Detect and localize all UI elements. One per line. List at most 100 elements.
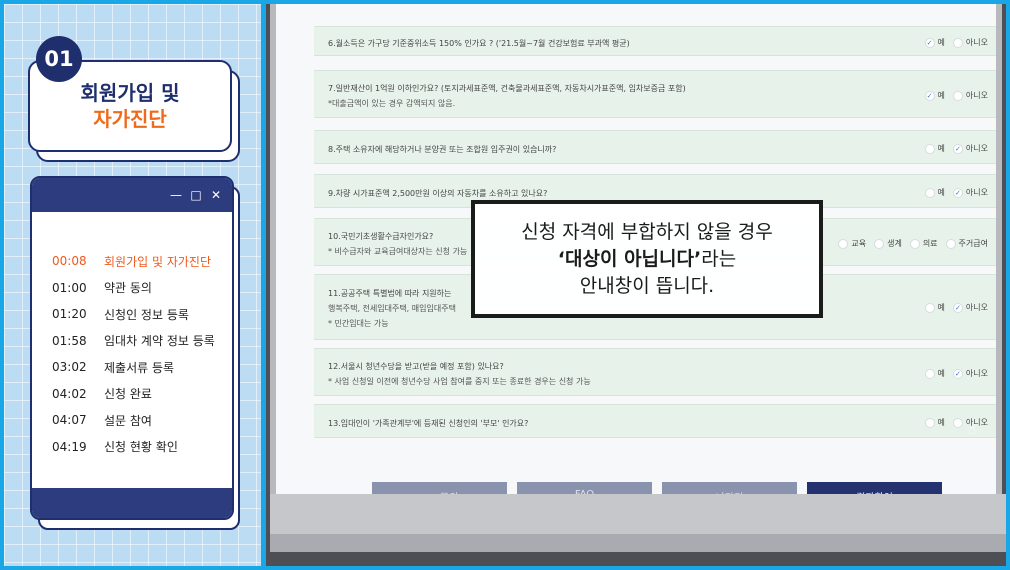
- chapter-label: 설문 참여: [104, 413, 152, 428]
- chapter-time: 01:58: [52, 333, 87, 348]
- radio-icon[interactable]: [952, 90, 963, 101]
- radio-icon[interactable]: [924, 417, 935, 428]
- chapter-time: 01:20: [52, 307, 87, 322]
- faq-button[interactable]: FAQ: [517, 482, 652, 494]
- checked-radio-icon[interactable]: ✓: [952, 368, 963, 379]
- question-row: 13.임대인이 '가족관계부'에 등재된 신청인의 '부모' 인가요? 예 아니…: [314, 404, 996, 438]
- radio-icon[interactable]: [838, 238, 849, 249]
- question-text: 13.임대인이 '가족관계부'에 등재된 신청인의 '부모' 인가요?: [328, 419, 529, 428]
- question-options: 예 ✓ 아니오: [924, 302, 988, 313]
- minimize-icon[interactable]: —: [170, 188, 182, 202]
- exit-button[interactable]: 나가기: [662, 482, 797, 494]
- option-yes[interactable]: 예: [924, 417, 945, 428]
- caption-emphasis: ‘대상이 아닙니다’: [557, 247, 702, 270]
- checked-radio-icon[interactable]: ✓: [952, 187, 963, 198]
- option-housing[interactable]: 주거급여: [945, 238, 988, 249]
- radio-icon[interactable]: [924, 368, 935, 379]
- option-label: 예: [937, 369, 945, 378]
- chapter-item[interactable]: 00:08 회원가입 및 자가진단: [52, 248, 232, 275]
- option-label: 예: [937, 38, 945, 47]
- title-line2: 자가진단: [93, 107, 167, 131]
- chapter-item[interactable]: 03:02 제출서류 등록: [52, 354, 232, 381]
- chapter-time: 00:08: [52, 254, 87, 269]
- option-no[interactable]: ✓ 아니오: [952, 143, 988, 154]
- option-label: 아니오: [965, 144, 988, 153]
- radio-icon[interactable]: [924, 187, 935, 198]
- checked-radio-icon[interactable]: ✓: [924, 90, 935, 101]
- question-note: * 비수급자와 교육급여대상자는 신청 가능: [328, 247, 468, 256]
- caption-line3: 안내창이 뜹니다.: [579, 274, 715, 297]
- chapter-label: 임대차 계약 정보 등록: [104, 334, 215, 349]
- option-no[interactable]: 아니오: [952, 37, 988, 48]
- chapter-item[interactable]: 01:20 신청인 정보 등록: [52, 301, 232, 328]
- option-no[interactable]: 아니오: [952, 90, 988, 101]
- option-no[interactable]: ✓ 아니오: [952, 368, 988, 379]
- option-label: 의료: [922, 239, 938, 248]
- checked-radio-icon[interactable]: ✓: [952, 302, 963, 313]
- question-text: 12.서울시 청년수당을 받고(받을 예정 포함) 있나요? * 사업 신청일 …: [328, 361, 591, 387]
- inquiry-button[interactable]: 1:1 문의: [372, 482, 507, 494]
- chapter-label: 회원가입 및 자가진단: [104, 254, 211, 269]
- video-frame: 01 회원가입 및 자가진단 — □ ✕ 00:08 회원가입 및 자가진단 01…: [4, 4, 1006, 566]
- question-options: 예 ✓ 아니오: [924, 187, 988, 198]
- option-yes[interactable]: 예: [924, 187, 945, 198]
- radio-icon[interactable]: [952, 417, 963, 428]
- chapter-label: 약관 동의: [104, 281, 152, 296]
- monitor-bezel: [270, 534, 1006, 552]
- question-row: 6.월소득은 가구당 기준중위소득 150% 인가요 ? ('21.5월~7월 …: [314, 26, 996, 56]
- question-options: 예 ✓ 아니오: [924, 368, 988, 379]
- step-badge: 01: [36, 36, 82, 82]
- question-text: 11.공공주택 특별법에 따라 지원하는 행복주택, 전세임대주택, 매입임대주…: [328, 288, 456, 329]
- chapter-item[interactable]: 04:02 신청 완료: [52, 381, 232, 408]
- chapter-item[interactable]: 01:58 임대차 계약 정보 등록: [52, 328, 232, 355]
- chapter-label: 신청 완료: [104, 387, 152, 402]
- radio-icon[interactable]: [945, 238, 956, 249]
- chapter-item[interactable]: 04:07 설문 참여: [52, 407, 232, 434]
- option-yes[interactable]: ✓ 예: [924, 90, 945, 101]
- checked-radio-icon[interactable]: ✓: [952, 143, 963, 154]
- radio-icon[interactable]: [924, 302, 935, 313]
- question-note: *대출금액이 있는 경우 감액되지 않음.: [328, 99, 456, 108]
- question-text: 10.국민기초생활수급자인가요? * 비수급자와 교육급여대상자는 신청 가능: [328, 231, 467, 257]
- option-label: 예: [937, 418, 945, 427]
- option-yes[interactable]: 예: [924, 302, 945, 313]
- chapter-time: 04:07: [52, 413, 87, 428]
- option-no[interactable]: ✓ 아니오: [952, 187, 988, 198]
- caption-line1: 신청 자격에 부합하지 않을 경우: [521, 220, 773, 243]
- option-yes[interactable]: 예: [924, 368, 945, 379]
- option-education[interactable]: 교육: [838, 238, 866, 249]
- option-medical[interactable]: 의료: [909, 238, 938, 249]
- question-options: ✓ 예 아니오: [924, 37, 988, 48]
- question-row: 7.일반재산이 1억원 이하인가요? (토지과세표준액, 건축물과세표준액, 자…: [314, 70, 996, 118]
- chapter-label: 신청 현황 확인: [104, 440, 178, 455]
- radio-icon[interactable]: [874, 238, 885, 249]
- checked-radio-icon[interactable]: ✓: [924, 37, 935, 48]
- browser-bottom: [270, 494, 1006, 534]
- option-no[interactable]: ✓ 아니오: [952, 302, 988, 313]
- option-label: 예: [937, 91, 945, 100]
- question-options: ✓ 예 아니오: [924, 90, 988, 101]
- maximize-icon[interactable]: □: [190, 188, 202, 202]
- window-footer: [32, 488, 232, 518]
- radio-icon[interactable]: [924, 143, 935, 154]
- question-options: 교육 생계 의료 주거급여: [838, 238, 988, 249]
- option-label: 예: [937, 144, 945, 153]
- chapter-label: 제출서류 등록: [104, 360, 175, 375]
- chapter-item[interactable]: 01:00 약관 동의: [52, 275, 232, 302]
- option-label: 아니오: [965, 369, 988, 378]
- radio-icon[interactable]: [952, 37, 963, 48]
- action-buttons: 1:1 문의 FAQ 나가기 결과확인: [372, 482, 942, 494]
- option-yes[interactable]: ✓ 예: [924, 37, 945, 48]
- question-text: 9.차량 시가표준액 2,500만원 이상의 자동차를 소유하고 있나요?: [328, 189, 548, 198]
- chapter-list: 00:08 회원가입 및 자가진단 01:00 약관 동의 01:20 신청인 정보 …: [32, 212, 232, 460]
- check-result-button[interactable]: 결과확인: [807, 482, 942, 494]
- caption-line2-rest: 라는: [701, 247, 737, 270]
- caption-line2: ‘대상이 아닙니다’라는: [558, 246, 736, 273]
- radio-icon[interactable]: [909, 238, 920, 249]
- option-label: 아니오: [965, 188, 988, 197]
- option-livelihood[interactable]: 생계: [874, 238, 902, 249]
- option-yes[interactable]: 예: [924, 143, 945, 154]
- close-icon[interactable]: ✕: [210, 188, 222, 202]
- question-text: 7.일반재산이 1억원 이하인가요? (토지과세표준액, 건축물과세표준액, 자…: [328, 83, 686, 109]
- chapter-item[interactable]: 04:19 신청 현황 확인: [52, 434, 232, 461]
